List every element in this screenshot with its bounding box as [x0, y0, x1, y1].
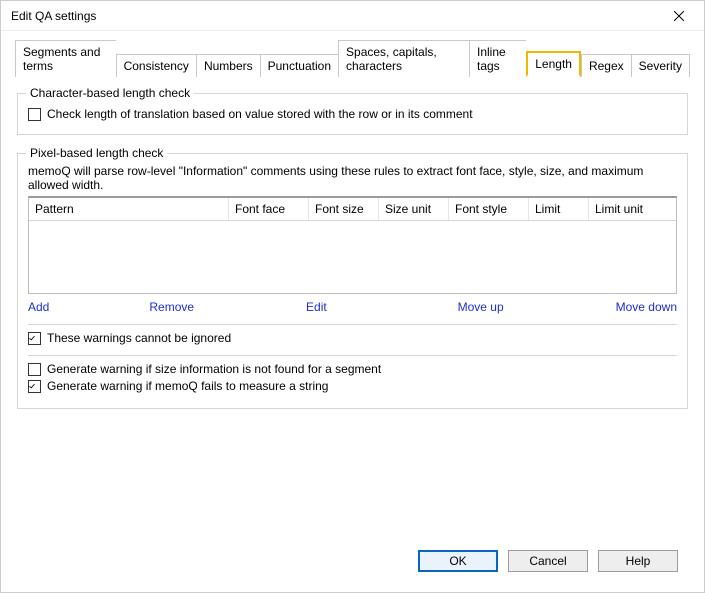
dialog-body: Segments and terms Consistency Numbers P…: [1, 31, 704, 592]
dialog-window: Edit QA settings Segments and terms Cons…: [0, 0, 705, 593]
check-row: Generate warning if memoQ fails to measu…: [28, 379, 677, 393]
col-header-pattern[interactable]: Pattern: [29, 198, 229, 220]
tab-regex[interactable]: Regex: [581, 54, 631, 77]
warn-no-size-info-checkbox[interactable]: [28, 363, 41, 376]
group-legend: Character-based length check: [26, 86, 194, 100]
col-header-fontsize[interactable]: Font size: [309, 198, 379, 220]
tab-length[interactable]: Length: [526, 51, 581, 77]
moveup-link[interactable]: Move up: [458, 300, 504, 314]
tab-numbers[interactable]: Numbers: [196, 54, 260, 77]
pixel-length-group: Pixel-based length check memoQ will pars…: [17, 153, 688, 409]
title-bar: Edit QA settings: [1, 1, 704, 31]
tab-severity[interactable]: Severity: [631, 54, 690, 77]
warnings-cannot-be-ignored-label: These warnings cannot be ignored: [47, 331, 231, 345]
edit-link[interactable]: Edit: [306, 300, 327, 314]
check-row: Check length of translation based on val…: [28, 107, 677, 121]
tab-spaces-capitals-characters[interactable]: Spaces, capitals, characters: [338, 40, 469, 77]
window-title: Edit QA settings: [11, 9, 664, 23]
check-row: These warnings cannot be ignored: [28, 331, 677, 345]
check-row: Generate warning if size information is …: [28, 362, 677, 376]
rules-grid[interactable]: Pattern Font face Font size Size unit Fo…: [28, 196, 677, 294]
divider: [28, 324, 677, 325]
warn-fail-measure-label: Generate warning if memoQ fails to measu…: [47, 379, 328, 393]
warn-fail-measure-checkbox[interactable]: [28, 380, 41, 393]
col-header-limit[interactable]: Limit: [529, 198, 589, 220]
col-header-sizeunit[interactable]: Size unit: [379, 198, 449, 220]
tab-content: Character-based length check Check lengt…: [15, 77, 690, 544]
check-length-checkbox[interactable]: [28, 108, 41, 121]
add-link[interactable]: Add: [28, 300, 49, 314]
col-header-limitunit[interactable]: Limit unit: [589, 198, 676, 220]
dialog-footer: OK Cancel Help: [15, 544, 690, 582]
movedown-link[interactable]: Move down: [616, 300, 677, 314]
warn-no-size-info-label: Generate warning if size information is …: [47, 362, 381, 376]
grid-header: Pattern Font face Font size Size unit Fo…: [29, 198, 676, 221]
link-bar: Add Remove Edit Move up Move down: [28, 300, 677, 314]
character-length-group: Character-based length check Check lengt…: [17, 93, 688, 135]
pixel-group-description: memoQ will parse row-level "Information"…: [28, 164, 677, 192]
ok-button[interactable]: OK: [418, 550, 498, 572]
close-icon: [674, 11, 684, 21]
col-header-fontface[interactable]: Font face: [229, 198, 309, 220]
tab-consistency[interactable]: Consistency: [116, 54, 196, 77]
warnings-cannot-be-ignored-checkbox[interactable]: [28, 332, 41, 345]
cancel-button[interactable]: Cancel: [508, 550, 588, 572]
tab-segments-and-terms[interactable]: Segments and terms: [15, 40, 116, 77]
divider: [28, 355, 677, 356]
close-button[interactable]: [664, 1, 694, 31]
check-length-label: Check length of translation based on val…: [47, 107, 473, 121]
col-header-fontstyle[interactable]: Font style: [449, 198, 529, 220]
group-legend: Pixel-based length check: [26, 146, 167, 160]
tab-inline-tags[interactable]: Inline tags: [469, 40, 526, 77]
tab-punctuation[interactable]: Punctuation: [260, 54, 338, 77]
remove-link[interactable]: Remove: [149, 300, 194, 314]
tab-bar: Segments and terms Consistency Numbers P…: [15, 39, 690, 77]
help-button[interactable]: Help: [598, 550, 678, 572]
